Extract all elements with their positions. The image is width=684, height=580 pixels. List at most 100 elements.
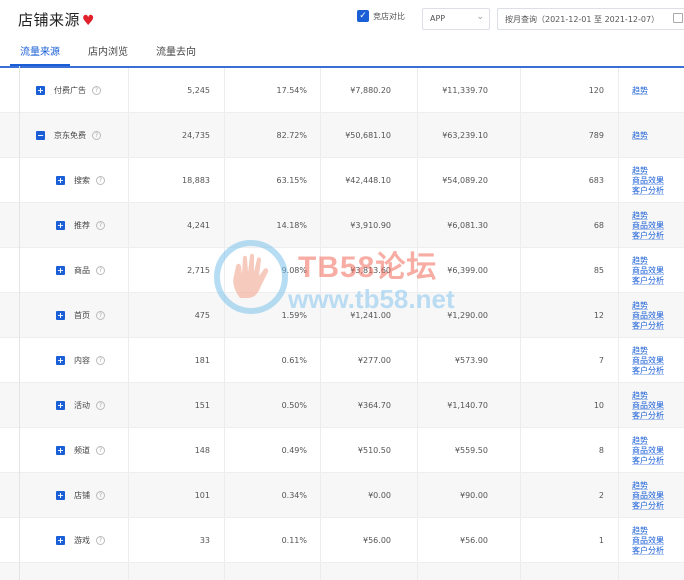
product-effect-link[interactable]: 商品效果: [632, 176, 664, 186]
help-icon[interactable]: ?: [96, 536, 105, 545]
cell-v2: ¥6,399.00: [447, 266, 488, 275]
expand-icon[interactable]: +: [56, 221, 65, 230]
help-icon[interactable]: ?: [96, 266, 105, 275]
tab-in-store-browsing[interactable]: 店内浏览: [88, 40, 128, 66]
customer-analysis-link[interactable]: 客户分析: [632, 456, 664, 466]
customer-analysis-link[interactable]: 客户分析: [632, 546, 664, 556]
column-divider: [128, 518, 129, 562]
trend-link[interactable]: 趋势: [632, 526, 664, 536]
cell-visitors: 4,241: [187, 221, 210, 230]
column-divider: [224, 428, 225, 472]
cell-count: 120: [588, 86, 604, 95]
product-effect-link[interactable]: 商品效果: [632, 401, 664, 411]
source-name: 活动: [74, 401, 90, 410]
tab-traffic-destination[interactable]: 流量去向: [156, 40, 196, 66]
date-range-picker[interactable]: 按月查询（2021-12-01 至 2021-12-07）: [497, 8, 684, 30]
product-effect-link[interactable]: 商品效果: [632, 221, 664, 231]
column-divider: [224, 203, 225, 247]
cell-pct: 9.08%: [281, 266, 307, 275]
help-icon[interactable]: ?: [96, 311, 105, 320]
column-divider: [618, 338, 619, 382]
cell-v1: ¥1,241.00: [350, 311, 391, 320]
customer-analysis-link[interactable]: 客户分析: [632, 321, 664, 331]
help-icon[interactable]: ?: [96, 401, 105, 410]
column-divider: [618, 158, 619, 202]
product-effect-link[interactable]: 商品效果: [632, 356, 664, 366]
source-name: 频道: [74, 446, 90, 455]
competitor-compare-toggle[interactable]: ✓ 竞店对比: [357, 8, 405, 24]
checkbox-checked-icon[interactable]: ✓: [357, 10, 369, 22]
collapse-icon[interactable]: −: [36, 131, 45, 140]
trend-link[interactable]: 趋势: [632, 211, 664, 221]
product-effect-link[interactable]: 商品效果: [632, 446, 664, 456]
platform-select[interactable]: APP ⌄: [422, 8, 490, 30]
help-icon[interactable]: ?: [92, 131, 101, 140]
trend-link[interactable]: 趋势: [632, 301, 664, 311]
trend-link[interactable]: 趋势: [632, 391, 664, 401]
help-icon[interactable]: ?: [96, 176, 105, 185]
trend-link[interactable]: 趋势: [632, 131, 648, 141]
column-divider: [128, 563, 129, 580]
customer-analysis-link[interactable]: 客户分析: [632, 366, 664, 376]
product-effect-link[interactable]: 商品效果: [632, 266, 664, 276]
column-divider: [224, 113, 225, 157]
help-icon[interactable]: ?: [96, 446, 105, 455]
cell-v1: ¥3,813.60: [350, 266, 391, 275]
column-divider: [224, 158, 225, 202]
cell-v2: ¥1,140.70: [447, 401, 488, 410]
product-effect-link[interactable]: 商品效果: [632, 536, 664, 546]
help-icon[interactable]: ?: [96, 356, 105, 365]
column-divider: [417, 428, 418, 472]
customer-analysis-link[interactable]: 客户分析: [632, 231, 664, 241]
expand-icon[interactable]: +: [56, 266, 65, 275]
column-divider: [520, 158, 521, 202]
row-actions: 趋势 商品效果 客户分析: [632, 428, 664, 473]
cell-v2: ¥90.00: [460, 491, 488, 500]
tab-label: 流量去向: [156, 47, 196, 58]
column-divider: [320, 383, 321, 427]
expand-icon[interactable]: +: [36, 86, 45, 95]
table-row: + 搜索? 18,883 63.15% ¥42,448.10 ¥54,089.20 683 趋…: [0, 158, 684, 203]
expand-icon[interactable]: +: [56, 176, 65, 185]
tab-bar: 流量来源 店内浏览 流量去向: [10, 40, 224, 66]
row-actions: 趋势 商品效果 客户分析: [632, 293, 664, 338]
customer-analysis-link[interactable]: 客户分析: [632, 186, 664, 196]
calendar-icon: [673, 13, 683, 23]
product-effect-link[interactable]: 商品效果: [632, 311, 664, 321]
expand-icon[interactable]: +: [56, 401, 65, 410]
column-divider: [224, 68, 225, 112]
cell-count: 8: [598, 446, 604, 455]
cell-v1: ¥3,910.90: [350, 221, 391, 230]
column-divider: [224, 563, 225, 580]
column-divider: [320, 428, 321, 472]
trend-link[interactable]: 趋势: [632, 86, 648, 96]
customer-analysis-link[interactable]: 客户分析: [632, 411, 664, 421]
table-row: + 内容? 181 0.61% ¥277.00 ¥573.90 7 趋势 商品效果 客户分析: [0, 338, 684, 383]
trend-link[interactable]: 趋势: [632, 436, 664, 446]
column-divider: [128, 68, 129, 112]
tab-traffic-source[interactable]: 流量来源: [10, 40, 70, 66]
customer-analysis-link[interactable]: 客户分析: [632, 501, 664, 511]
column-divider: [320, 203, 321, 247]
cell-visitors: 101: [194, 491, 210, 500]
cell-count: 683: [588, 176, 604, 185]
column-divider: [618, 563, 619, 580]
product-effect-link[interactable]: 商品效果: [632, 491, 664, 501]
source-name: 商品: [74, 266, 90, 275]
customer-analysis-link[interactable]: 客户分析: [632, 276, 664, 286]
expand-icon[interactable]: +: [56, 311, 65, 320]
column-divider: [417, 158, 418, 202]
help-icon[interactable]: ?: [96, 491, 105, 500]
trend-link[interactable]: 趋势: [632, 166, 664, 176]
help-icon[interactable]: ?: [92, 86, 101, 95]
cell-pct: 0.11%: [281, 536, 307, 545]
help-icon[interactable]: ?: [96, 221, 105, 230]
trend-link[interactable]: 趋势: [632, 346, 664, 356]
expand-icon[interactable]: +: [56, 356, 65, 365]
trend-link[interactable]: 趋势: [632, 256, 664, 266]
expand-icon[interactable]: +: [56, 491, 65, 500]
expand-icon[interactable]: +: [56, 536, 65, 545]
expand-icon[interactable]: +: [56, 446, 65, 455]
column-divider: [128, 293, 129, 337]
trend-link[interactable]: 趋势: [632, 481, 664, 491]
